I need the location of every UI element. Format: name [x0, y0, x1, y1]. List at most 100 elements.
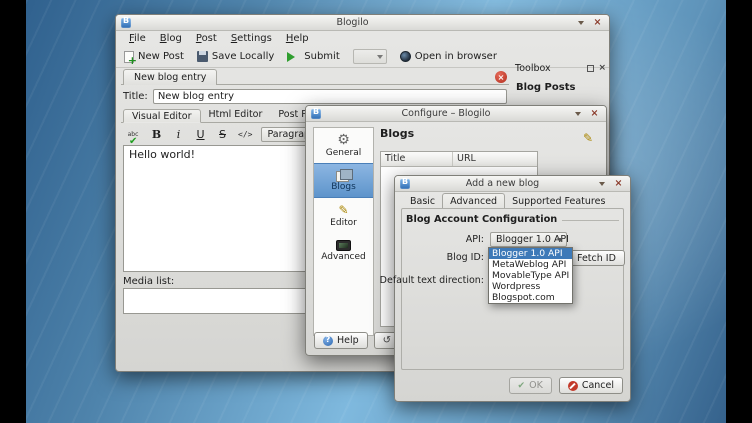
toolbox-header[interactable]: Toolbox ×	[513, 61, 608, 75]
media-list-label: Media list:	[123, 276, 174, 287]
close-button[interactable]: ×	[612, 177, 625, 190]
api-row: API: Blogger 1.0 API	[402, 232, 623, 248]
post-title-input[interactable]: New blog entry	[153, 89, 507, 104]
api-label: API:	[466, 234, 484, 245]
tab-advanced[interactable]: Advanced	[442, 193, 505, 209]
api-option-movabletype[interactable]: MovableType API	[489, 270, 572, 281]
menu-bar: File Blog Post Settings Help	[116, 31, 609, 46]
main-titlebar[interactable]: Blogilo ×	[116, 15, 609, 31]
tab-visual-editor[interactable]: Visual Editor	[123, 109, 201, 123]
menu-post[interactable]: Post	[189, 33, 224, 44]
close-tab-button[interactable]: ×	[495, 71, 507, 83]
close-button[interactable]: ×	[591, 16, 604, 29]
toolbox-section-blog-posts[interactable]: Blog Posts	[513, 75, 608, 95]
help-button[interactable]: Help	[314, 332, 368, 349]
table-header-row: Title URL	[381, 152, 537, 167]
spellcheck-icon[interactable]: abc	[125, 132, 141, 138]
minimize-icon	[575, 112, 581, 119]
divider	[562, 220, 619, 221]
configure-window-title: Configure – Blogilo	[325, 108, 567, 119]
tab-basic[interactable]: Basic	[403, 194, 442, 209]
page-title: Blogs	[380, 127, 599, 140]
close-dock-icon[interactable]: ×	[598, 63, 606, 73]
main-window-title: Blogilo	[135, 17, 570, 28]
entry-tab-bar: New blog entry ×	[121, 69, 509, 85]
minimize-button[interactable]	[571, 107, 584, 120]
menu-file[interactable]: File	[122, 33, 153, 44]
text-direction-label: Default text direction:	[380, 275, 484, 286]
section-header: Blog Account Configuration	[406, 213, 619, 226]
tab-html-editor[interactable]: Html Editor	[201, 108, 271, 122]
add-blog-window-title: Add a new blog	[414, 178, 591, 189]
add-blog-tabs: Basic Advanced Supported Features	[403, 193, 612, 209]
api-option-wordpress[interactable]: Wordpress	[489, 281, 572, 292]
add-blog-titlebar[interactable]: Add a new blog ×	[395, 176, 630, 192]
sidebar-item-advanced[interactable]: Advanced	[314, 233, 373, 268]
new-post-button[interactable]: New Post	[124, 51, 184, 63]
close-icon: ×	[594, 18, 602, 27]
open-in-browser-button[interactable]: Open in browser	[400, 51, 497, 62]
minimize-button[interactable]	[595, 177, 608, 190]
column-url[interactable]: URL	[453, 152, 537, 166]
cancel-icon	[568, 381, 578, 391]
column-title[interactable]: Title	[381, 152, 453, 166]
close-icon: ×	[615, 179, 623, 188]
blog-id-label: Blog ID:	[447, 252, 484, 263]
blogilo-app-icon	[121, 18, 131, 28]
section-title: Blog Account Configuration	[406, 214, 557, 225]
minimize-button[interactable]	[574, 16, 587, 29]
save-locally-button[interactable]: Save Locally	[197, 51, 274, 62]
sidebar-item-general[interactable]: General	[314, 128, 373, 163]
float-dock-icon[interactable]	[587, 65, 594, 72]
configure-sidebar: General Blogs Editor Advanced	[313, 127, 374, 336]
configure-titlebar[interactable]: Configure – Blogilo ×	[306, 106, 606, 122]
pencil-icon	[338, 204, 348, 217]
help-icon	[323, 336, 333, 346]
sidebar-item-blogs[interactable]: Blogs	[314, 163, 373, 198]
sidebar-item-editor[interactable]: Editor	[314, 198, 373, 233]
modify-blog-button[interactable]	[579, 127, 597, 145]
monitor-icon	[336, 240, 351, 251]
blog-selector-dropdown[interactable]	[353, 49, 387, 64]
menu-help[interactable]: Help	[279, 33, 316, 44]
globe-icon	[400, 51, 411, 62]
ok-button[interactable]: OK	[509, 377, 552, 394]
api-dropdown[interactable]: Blogger 1.0 API	[490, 232, 567, 247]
blogilo-app-icon	[311, 109, 321, 119]
pencil-icon	[583, 127, 593, 146]
minimize-icon	[578, 21, 584, 28]
bold-button[interactable]: B	[150, 128, 163, 141]
gear-icon	[337, 133, 350, 147]
tab-new-blog-entry[interactable]: New blog entry	[123, 69, 217, 85]
underline-button[interactable]: U	[194, 128, 207, 141]
italic-button[interactable]: i	[172, 128, 185, 141]
tab-supported-features[interactable]: Supported Features	[505, 194, 612, 209]
api-option-blogspot[interactable]: Blogspot.com	[489, 292, 572, 303]
add-blog-window: Add a new blog × Basic Advanced Supporte…	[394, 175, 631, 402]
code-button[interactable]: </>	[238, 130, 252, 139]
close-button[interactable]: ×	[588, 107, 601, 120]
new-post-icon	[124, 51, 134, 63]
toolbox-title: Toolbox	[515, 63, 583, 74]
menu-blog[interactable]: Blog	[153, 33, 189, 44]
api-option-blogger[interactable]: Blogger 1.0 API	[489, 248, 572, 259]
minimize-icon	[599, 182, 605, 189]
title-label: Title:	[123, 91, 148, 102]
check-icon	[518, 380, 526, 391]
fetch-id-button[interactable]: Fetch ID	[568, 250, 625, 266]
api-dropdown-list: Blogger 1.0 API MetaWeblog API MovableTy…	[488, 247, 573, 304]
chevron-down-icon	[557, 238, 563, 245]
revert-icon	[383, 335, 391, 346]
post-title-row: Title: New blog entry	[123, 88, 507, 104]
dialog-button-row: OK Cancel	[509, 377, 623, 394]
submit-button[interactable]: Submit	[287, 51, 339, 62]
menu-settings[interactable]: Settings	[224, 33, 279, 44]
close-icon: ×	[591, 109, 599, 118]
api-option-metaweblog[interactable]: MetaWeblog API	[489, 259, 572, 270]
blogs-icon	[336, 169, 351, 181]
cancel-button[interactable]: Cancel	[559, 377, 623, 394]
chevron-down-icon	[377, 55, 383, 62]
strikethrough-button[interactable]: S	[216, 128, 229, 141]
submit-arrow-icon	[287, 52, 300, 62]
save-icon	[197, 51, 208, 62]
